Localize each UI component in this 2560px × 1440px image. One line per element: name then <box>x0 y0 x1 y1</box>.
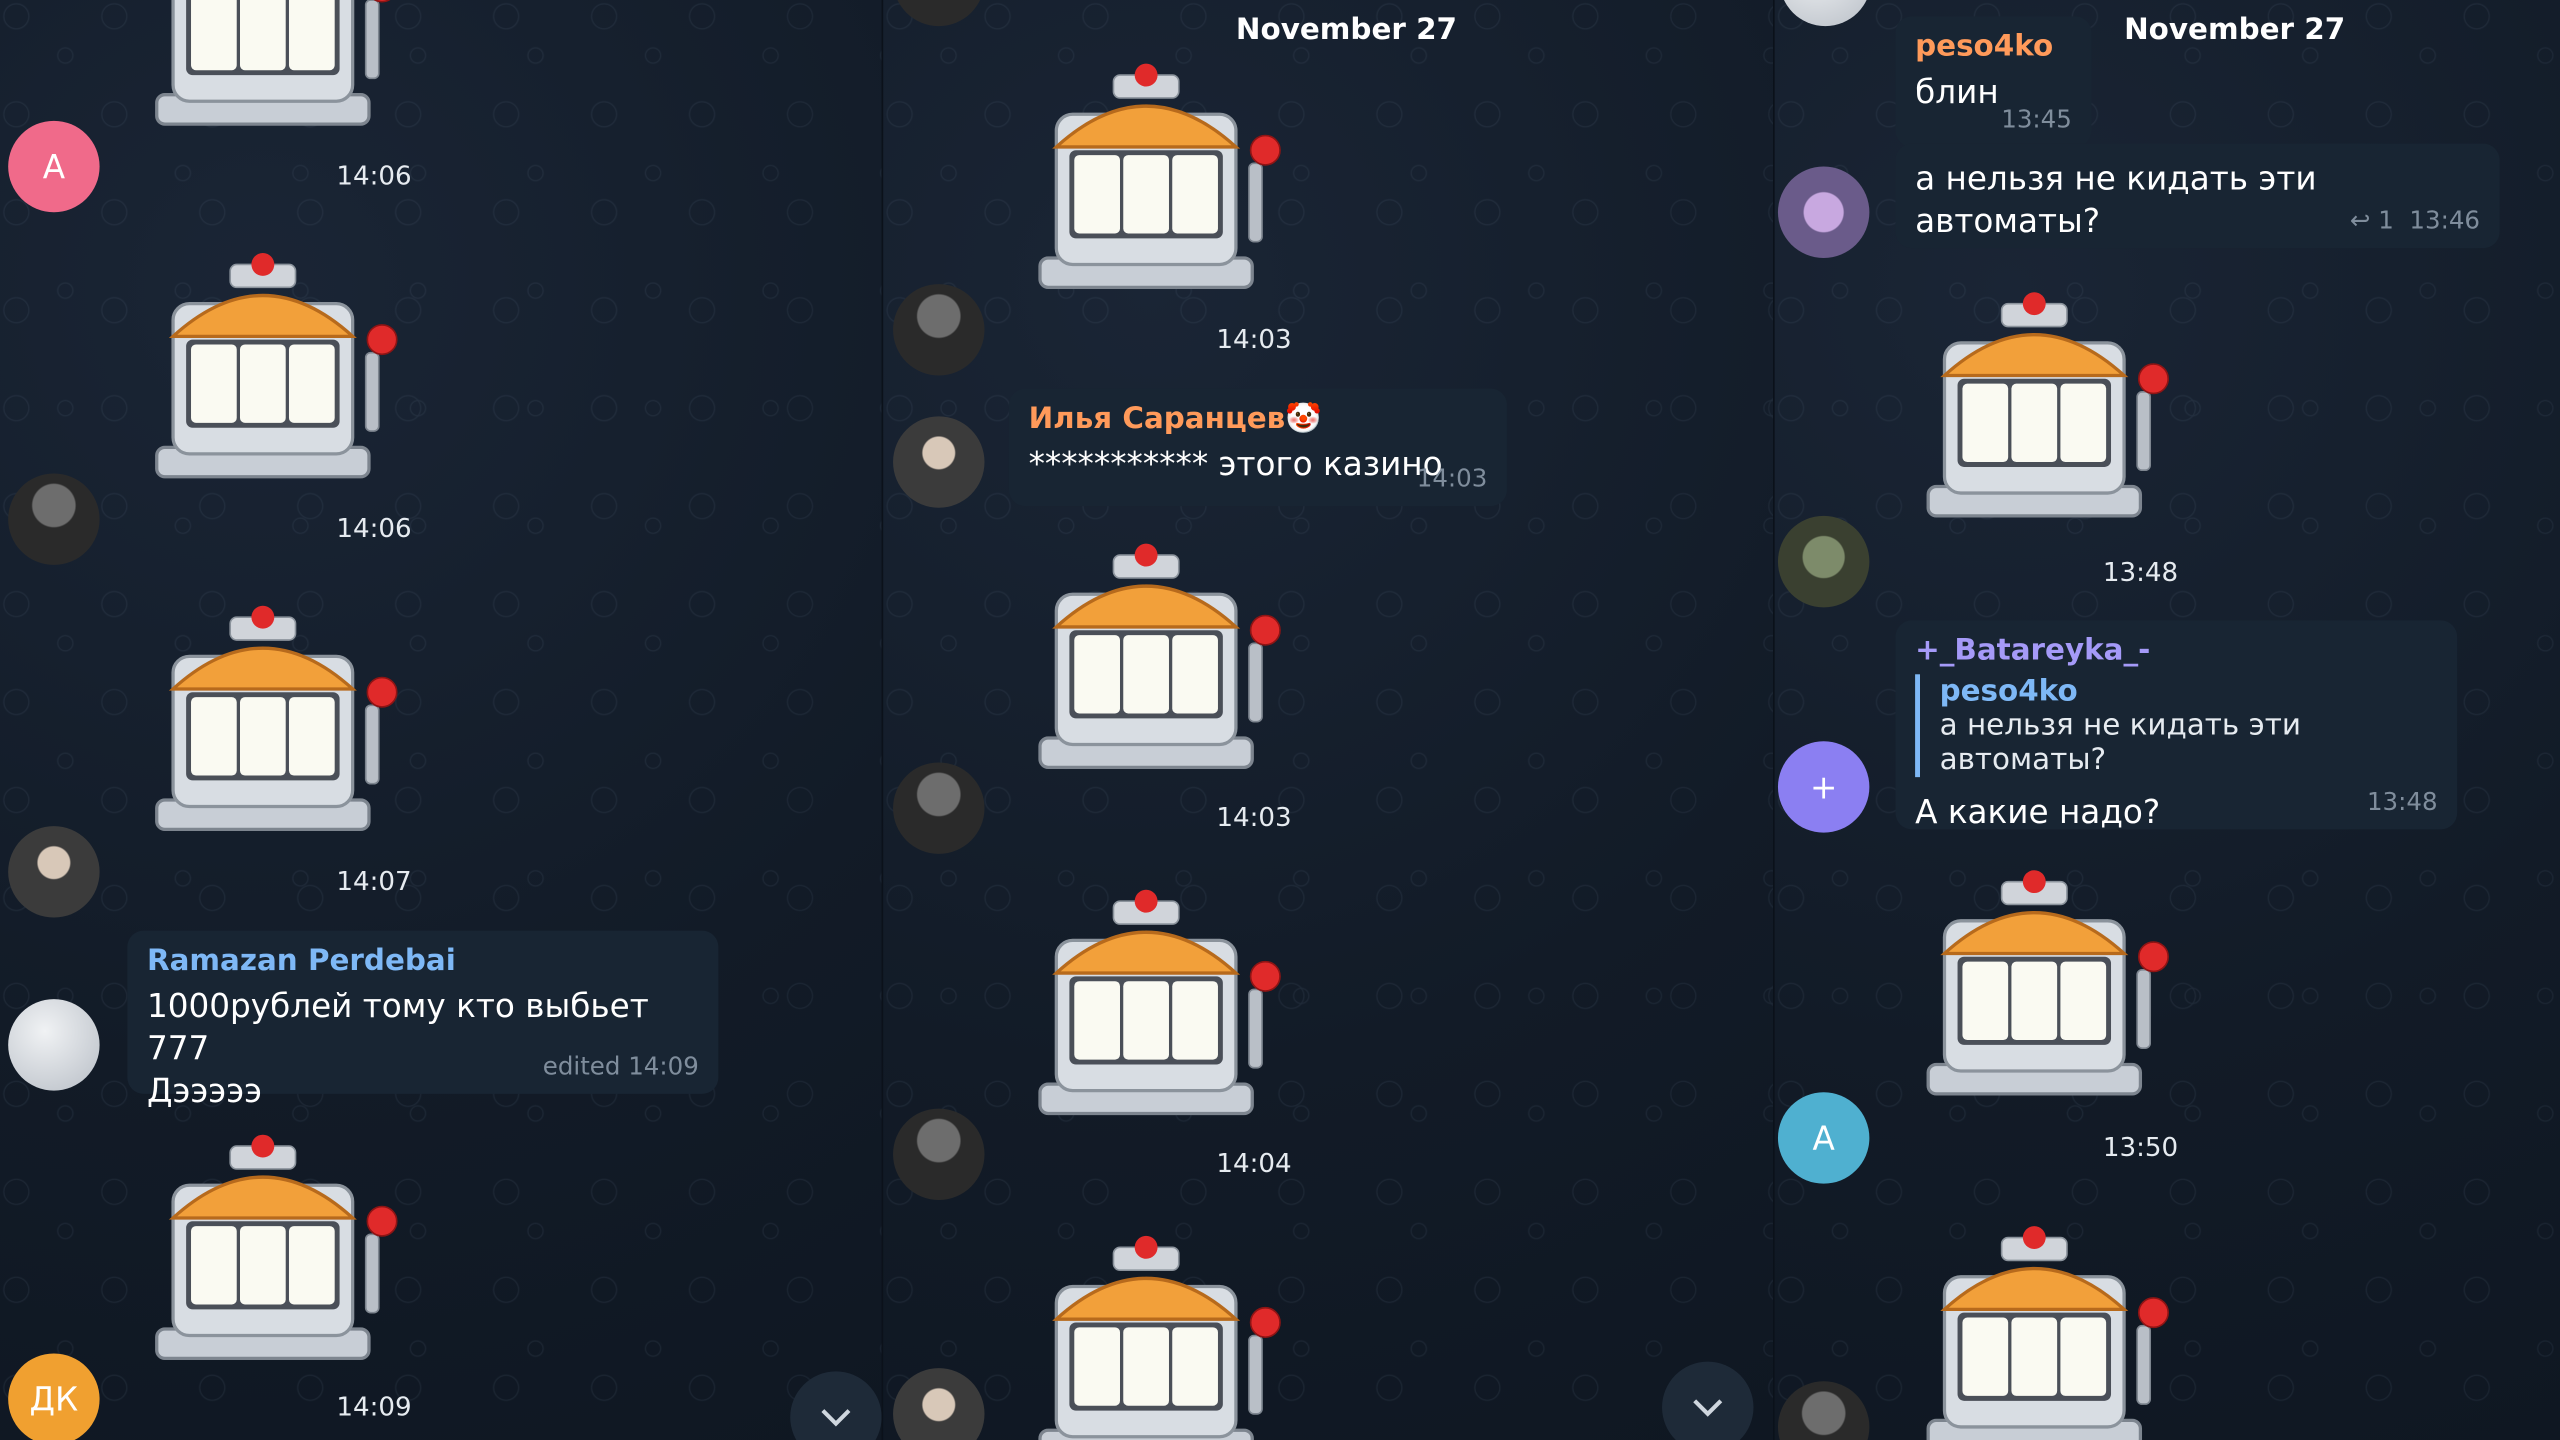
avatar[interactable] <box>893 416 985 508</box>
quote-text: а нельзя не кидать эти автоматы? <box>1939 708 2301 778</box>
message-time: 14:06 <box>336 159 412 192</box>
avatar[interactable] <box>893 1368 985 1440</box>
message-meta: ↩ 1 13:46 <box>2350 206 2480 235</box>
avatar[interactable] <box>893 284 985 376</box>
avatar[interactable] <box>1777 1381 1870 1440</box>
right-chat-panel: peso4ko блин 13:45 November 27 а нельзя … <box>1774 0 2560 1440</box>
message-bubble[interactable]: а нельзя не кидать эти автоматы? ↩ 1 13:… <box>1895 143 2500 249</box>
avatar[interactable]: A <box>8 120 100 213</box>
slot-machine-icon <box>140 0 401 147</box>
chevron-down-icon <box>821 1409 851 1427</box>
message-time: 14:09 <box>336 1391 412 1423</box>
message-author[interactable]: +_Batareyka_- <box>1915 633 2437 667</box>
message-time: 14:06 <box>336 512 412 544</box>
left-chat-panel: A 14:06 14:06 14:07 Ramazan Perdebai 100… <box>0 0 882 1440</box>
message-text: А какие надо? <box>1915 791 2161 832</box>
avatar[interactable] <box>1777 515 1870 608</box>
slot-machine-icon <box>140 238 401 499</box>
message-text: 1000рублей тому кто выбьет 777 Дэээээ <box>146 986 649 1111</box>
reply-count[interactable]: 1 <box>2378 206 2394 235</box>
avatar[interactable] <box>893 0 985 27</box>
message-time: 14:03 <box>1416 463 1488 494</box>
avatar[interactable] <box>1777 166 1870 258</box>
slot-machine-icon <box>1912 856 2173 1117</box>
avatar[interactable] <box>8 826 100 918</box>
message-time: 13:46 <box>2409 205 2480 236</box>
avatar[interactable] <box>8 473 100 565</box>
avatar[interactable]: A <box>1777 1092 1870 1184</box>
avatar[interactable]: ДК <box>8 1353 100 1440</box>
message-author[interactable]: Илья Саранцев🤡 <box>1029 402 1488 436</box>
message-meta: edited 14:09 <box>542 1051 699 1081</box>
message-bubble[interactable]: Ramazan Perdebai 1000рублей тому кто выб… <box>127 930 719 1110</box>
message-author[interactable]: Ramazan Perdebai <box>147 944 699 978</box>
message-time: 13:48 <box>2102 556 2179 588</box>
reply-quote[interactable]: peso4ko а нельзя не кидать эти автоматы? <box>1915 674 2437 778</box>
avatar[interactable] <box>1779 0 1872 27</box>
date-separator: November 27 <box>2124 13 2346 48</box>
message-time: 14:03 <box>1216 323 1292 355</box>
message-time: 14:03 <box>1216 801 1292 833</box>
message-time: 14:04 <box>1216 1147 1292 1179</box>
slot-machine-icon <box>1024 49 1285 310</box>
slot-machine-icon <box>1024 875 1285 1136</box>
reply-icon[interactable]: ↩ <box>2350 206 2371 235</box>
scroll-down-button[interactable] <box>790 1371 882 1440</box>
slot-machine-icon <box>140 591 401 852</box>
avatar[interactable] <box>893 762 985 854</box>
message-bubble[interactable]: Илья Саранцев🤡 *********** этого казино … <box>1008 388 1507 507</box>
slot-machine-icon <box>1024 529 1285 790</box>
message-bubble[interactable]: peso4ko блин 13:45 <box>1895 16 2092 147</box>
slot-machine-icon <box>140 1120 401 1381</box>
slot-machine-icon <box>1912 1211 2173 1440</box>
chevron-down-icon <box>1693 1399 1723 1417</box>
avatar[interactable] <box>893 1108 985 1200</box>
avatar[interactable] <box>8 999 100 1091</box>
message-bubble[interactable]: +_Batareyka_- peso4ko а нельзя не кидать… <box>1895 620 2458 832</box>
message-time: 13:48 <box>2366 786 2438 817</box>
slot-machine-icon <box>1024 1221 1285 1440</box>
date-separator: November 27 <box>1235 13 1458 48</box>
message-author[interactable]: peso4ko <box>1915 29 2072 63</box>
message-time: 13:50 <box>2102 1131 2179 1163</box>
quote-author: peso4ko <box>1939 674 2078 709</box>
avatar[interactable]: + <box>1777 741 1870 833</box>
message-time: 13:45 <box>2001 104 2072 134</box>
middle-chat-panel: November 27 14:03 Илья Саранцев🤡 *******… <box>883 0 1774 1440</box>
slot-machine-icon <box>1912 278 2173 539</box>
scroll-down-button[interactable] <box>1662 1361 1754 1440</box>
message-time: 14:07 <box>336 865 412 897</box>
